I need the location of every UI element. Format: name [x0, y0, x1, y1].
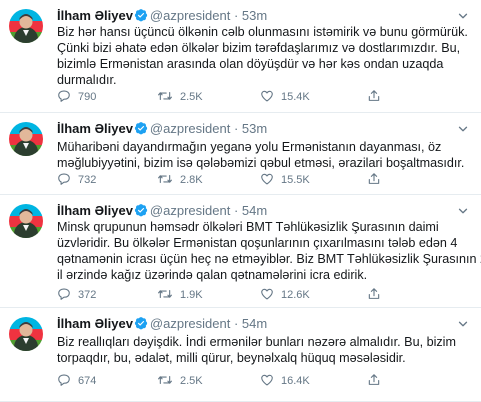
tweet-actions: 732 2.8K 15.5K — [57, 172, 467, 189]
author-handle[interactable]: @azpresident — [150, 8, 230, 23]
retweet-count: 1.9K — [180, 289, 203, 301]
like-button[interactable]: 15.4K — [260, 90, 310, 104]
share-button[interactable] — [367, 89, 388, 106]
verified-badge-icon — [134, 121, 148, 138]
tweet-actions: 790 2.5K 15.4K — [57, 89, 467, 106]
reply-button[interactable]: 790 — [57, 89, 97, 106]
tweet-text-line: il ərzində kağız üzərində qalan qətnaməl… — [57, 268, 368, 282]
reply-button[interactable]: 372 — [57, 287, 97, 304]
reply-button[interactable]: 674 — [57, 373, 97, 390]
tweet-text-line: Çünki bizi əhatə edən ölkələr bizim tərə… — [57, 41, 461, 55]
tweet-text-line: Minsk qrupunun həmsədr ölkələri BMT Təhl… — [57, 220, 439, 234]
tweet-header: İlham Əliyev @azpresident · 53m — [57, 121, 267, 138]
share-button[interactable] — [367, 287, 388, 304]
share-button[interactable] — [367, 373, 388, 390]
timestamp[interactable]: 53m — [242, 121, 267, 136]
like-icon — [260, 373, 281, 390]
reply-count: 674 — [78, 375, 97, 387]
avatar[interactable] — [9, 204, 43, 238]
author-handle[interactable]: @azpresident — [150, 121, 230, 136]
retweet-button[interactable]: 2.8K — [157, 173, 203, 187]
timestamp[interactable]: 53m — [242, 8, 267, 23]
reply-count: 790 — [78, 91, 97, 103]
separator-dot: · — [233, 121, 239, 136]
retweet-icon — [157, 373, 180, 390]
reply-icon — [57, 287, 78, 304]
author-handle[interactable]: @azpresident — [150, 203, 230, 218]
retweet-button[interactable]: 1.9K — [157, 288, 203, 302]
reply-icon — [57, 373, 78, 390]
share-button[interactable] — [367, 172, 388, 189]
tweet-card[interactable]: İlham Əliyev @azpresident · 54m Minsk qrup… — [0, 195, 481, 308]
tweet-card[interactable]: İlham Əliyev @azpresident · 54m Biz reallı… — [0, 308, 481, 402]
retweet-button[interactable]: 2.5K — [157, 90, 203, 104]
retweet-icon — [157, 89, 180, 106]
tweet-text: Minsk qrupunun həmsədr ölkələri BMT Təhl… — [57, 219, 481, 283]
like-count: 15.4K — [281, 91, 310, 103]
reply-button[interactable]: 732 — [57, 172, 97, 189]
like-count: 16.4K — [281, 375, 310, 387]
like-icon — [260, 287, 281, 304]
separator-dot: · — [233, 316, 239, 331]
tweet-text: Müharibəni dayandırmağın yeganə yolu Erm… — [57, 139, 473, 171]
retweet-count: 2.5K — [180, 91, 203, 103]
share-icon — [367, 373, 388, 390]
reply-count: 732 — [78, 174, 97, 186]
tweet-actions: 674 2.5K 16.4K — [57, 373, 467, 390]
tweet-text-line: bizimlə Ermənistan arasında olan döyüşdü… — [57, 57, 444, 71]
tweet-text-line: qətnamənin icrası üçün heç nə etməyiblər… — [57, 252, 481, 266]
retweet-button[interactable]: 2.5K — [157, 374, 203, 388]
separator-dot: · — [233, 203, 239, 218]
verified-badge-icon — [134, 8, 148, 25]
like-count: 15.5K — [281, 174, 310, 186]
author-name[interactable]: İlham Əliyev — [57, 8, 133, 23]
timestamp[interactable]: 54m — [242, 316, 267, 331]
reply-icon — [57, 89, 78, 106]
timestamp[interactable]: 54m — [242, 203, 267, 218]
reply-icon — [57, 172, 78, 189]
tweet-text-line: məğlubiyyətini, bizim isə qələbəmizi qəb… — [57, 156, 465, 170]
like-icon — [260, 89, 281, 106]
reply-count: 372 — [78, 289, 97, 301]
author-handle[interactable]: @azpresident — [150, 316, 230, 331]
like-button[interactable]: 16.4K — [260, 374, 310, 388]
tweet-actions: 372 1.9K 12.6K — [57, 287, 467, 304]
tweet-header: İlham Əliyev @azpresident · 54m — [57, 203, 267, 220]
tweet-header: İlham Əliyev @azpresident · 53m — [57, 8, 267, 25]
like-icon — [260, 172, 281, 189]
author-name[interactable]: İlham Əliyev — [57, 121, 133, 136]
tweet-feed: İlham Əliyev @azpresident · 53m Biz hər ha… — [0, 0, 481, 402]
tweet-text-line: üzvləridir. Bu ölkələr Ermənistan qoşunl… — [57, 236, 458, 250]
tweet-text-line: Biz reallıqları dəyişdik. İndi ermənilər… — [57, 335, 456, 349]
retweet-count: 2.5K — [180, 375, 203, 387]
tweet-header: İlham Əliyev @azpresident · 54m — [57, 316, 267, 333]
verified-badge-icon — [134, 203, 148, 220]
share-icon — [367, 89, 388, 106]
tweet-text-line: Biz hər hansı üçüncü ölkənin cəlb olunma… — [57, 25, 468, 39]
verified-badge-icon — [134, 316, 148, 333]
author-name[interactable]: İlham Əliyev — [57, 316, 133, 331]
separator-dot: · — [233, 8, 239, 23]
share-icon — [367, 287, 388, 304]
tweet-text-line: Müharibəni dayandırmağın yeganə yolu Erm… — [57, 140, 442, 154]
tweet-card[interactable]: İlham Əliyev @azpresident · 53m Müharibəni… — [0, 113, 481, 195]
like-button[interactable]: 15.5K — [260, 173, 310, 187]
tweet-text-line: torpaqdır, bu, ədalət, milli qürur, beyn… — [57, 351, 406, 365]
avatar[interactable] — [9, 122, 43, 156]
retweet-icon — [157, 172, 180, 189]
avatar[interactable] — [9, 9, 43, 43]
retweet-count: 2.8K — [180, 174, 203, 186]
avatar[interactable] — [9, 317, 43, 351]
author-name[interactable]: İlham Əliyev — [57, 203, 133, 218]
tweet-text-line: durmalıdır. — [57, 73, 117, 87]
retweet-icon — [157, 287, 180, 304]
tweet-card[interactable]: İlham Əliyev @azpresident · 53m Biz hər ha… — [0, 0, 481, 113]
like-button[interactable]: 12.6K — [260, 288, 310, 302]
share-icon — [367, 172, 388, 189]
tweet-text: Biz reallıqları dəyişdik. İndi ermənilər… — [57, 334, 473, 366]
like-count: 12.6K — [281, 289, 310, 301]
tweet-text: Biz hər hansı üçüncü ölkənin cəlb olunma… — [57, 24, 473, 88]
